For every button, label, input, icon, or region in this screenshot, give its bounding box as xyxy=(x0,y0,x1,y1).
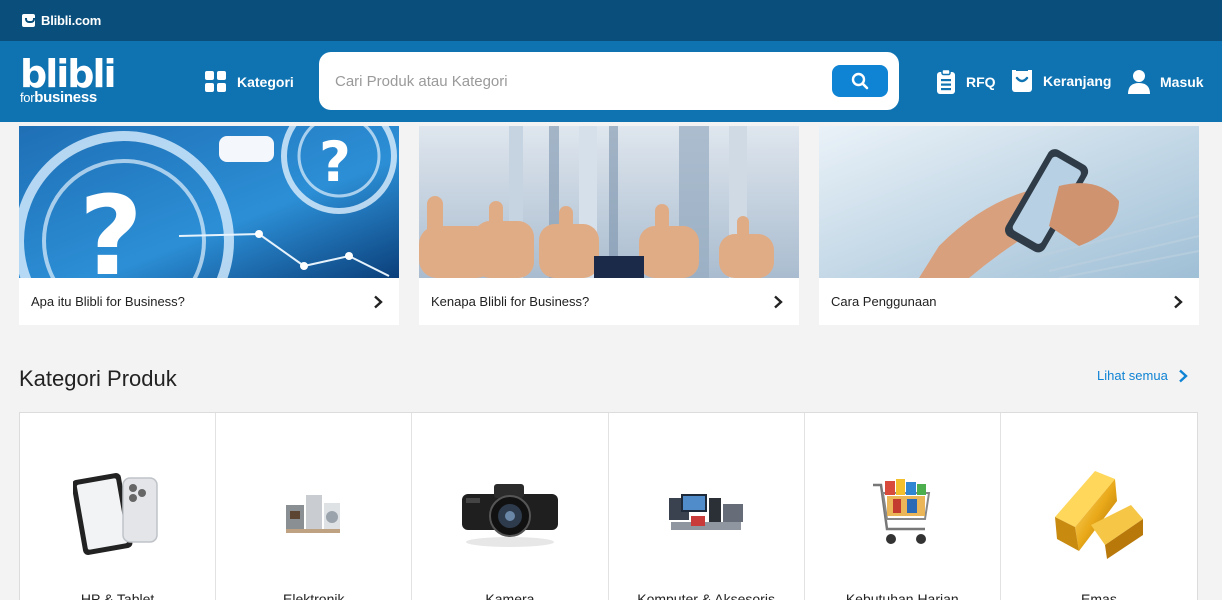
category-item-hp-tablet[interactable]: HP & Tablet xyxy=(20,413,217,600)
cart-label: Keranjang xyxy=(1043,73,1112,89)
see-all-label: Lihat semua xyxy=(1097,368,1168,383)
rfq-label: RFQ xyxy=(966,74,996,90)
cart-bag-icon xyxy=(1012,70,1032,92)
top-strip: Blibli.com xyxy=(0,0,1222,41)
kategori-menu-button[interactable]: Kategori xyxy=(205,71,294,92)
category-item-emas[interactable]: Emas xyxy=(1001,413,1197,600)
user-icon xyxy=(1128,70,1150,94)
kategori-label: Kategori xyxy=(237,73,294,90)
promo-card-why[interactable]: Kenapa Blibli for Business? xyxy=(419,126,799,325)
category-label: Kamera xyxy=(485,591,535,600)
appliances-icon xyxy=(285,494,340,533)
login-label: Masuk xyxy=(1160,74,1204,90)
gold-bar-icon xyxy=(1054,471,1143,559)
search-input[interactable] xyxy=(335,66,825,96)
logo-wordmark: blibli xyxy=(20,52,117,96)
promo-label: Apa itu Blibli for Business? xyxy=(31,294,185,309)
category-label: Kebutuhan Harian xyxy=(845,591,959,600)
phone-hands-illustration xyxy=(819,126,1199,278)
promo-card-how-to[interactable]: Cara Penggunaan xyxy=(819,126,1199,325)
category-item-komputer-aksesoris[interactable]: Komputer & Aksesoris xyxy=(609,413,805,600)
search-icon xyxy=(851,72,869,90)
clipboard-icon xyxy=(937,69,955,94)
promo-label: Kenapa Blibli for Business? xyxy=(431,294,590,309)
category-label: HP & Tablet xyxy=(80,591,155,600)
search-button[interactable] xyxy=(832,65,888,97)
computer-accessories-icon xyxy=(669,494,744,530)
camera-icon xyxy=(461,484,558,547)
rfq-button[interactable]: RFQ xyxy=(936,69,996,95)
chevron-right-icon xyxy=(374,295,383,309)
svg-text:?: ? xyxy=(319,130,351,194)
category-grid: HP & Tablet Elektronik Kamera Komputer &… xyxy=(19,412,1198,600)
tablet-phone-icon xyxy=(72,473,158,555)
thumbs-up-illustration xyxy=(419,126,799,278)
chevron-right-icon xyxy=(774,295,783,309)
main-header: blibli forbusiness Kategori RFQ xyxy=(0,41,1222,122)
svg-text:?: ? xyxy=(79,172,143,278)
category-label: Elektronik xyxy=(283,591,345,600)
chevron-right-icon xyxy=(1174,295,1183,309)
section-title: Kategori Produk xyxy=(19,366,177,391)
category-item-kebutuhan-harian[interactable]: Kebutuhan Harian xyxy=(805,413,1001,600)
login-button[interactable]: Masuk xyxy=(1128,69,1204,95)
blibli-business-logo[interactable]: blibli forbusiness xyxy=(20,52,117,105)
chevron-right-icon xyxy=(1179,369,1188,382)
search-bar xyxy=(319,52,899,110)
grid-icon xyxy=(205,71,226,92)
cart-button[interactable]: Keranjang xyxy=(1011,69,1111,93)
promo-card-what-is[interactable]: ? ? Apa itu Blibli for Business? xyxy=(19,126,399,325)
category-item-elektronik[interactable]: Elektronik xyxy=(216,413,413,600)
see-all-link[interactable]: Lihat semua xyxy=(1097,368,1188,383)
promo-label: Cara Penggunaan xyxy=(831,294,937,309)
category-label: Komputer & Aksesoris xyxy=(637,591,775,600)
category-label: Emas xyxy=(1081,591,1117,600)
category-item-kamera[interactable]: Kamera xyxy=(412,413,609,600)
question-marks-illustration: ? ? xyxy=(19,126,399,278)
shopping-cart-icon xyxy=(873,479,931,544)
blibli-site-link[interactable]: Blibli.com xyxy=(41,13,101,28)
blibli-bag-icon xyxy=(22,14,35,27)
